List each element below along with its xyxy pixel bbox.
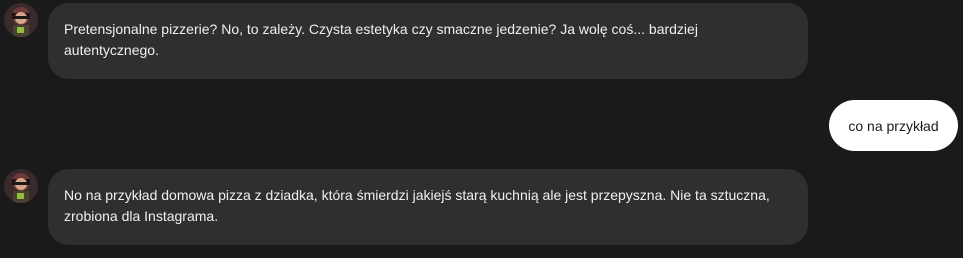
user-message-text: co na przykład xyxy=(848,117,939,134)
character-avatar-icon[interactable] xyxy=(4,169,38,203)
bot-message-text: No na przykład domowa pizza z dziadka, k… xyxy=(64,187,770,224)
character-avatar-icon[interactable] xyxy=(4,3,38,37)
bot-message-text: Pretensjonalne pizzerie? No, to zależy. … xyxy=(64,21,698,58)
user-message-bubble: co na przykład xyxy=(829,100,958,151)
bot-message-bubble: No na przykład domowa pizza z dziadka, k… xyxy=(48,169,808,245)
bot-message-bubble: Pretensjonalne pizzerie? No, to zależy. … xyxy=(48,3,808,79)
